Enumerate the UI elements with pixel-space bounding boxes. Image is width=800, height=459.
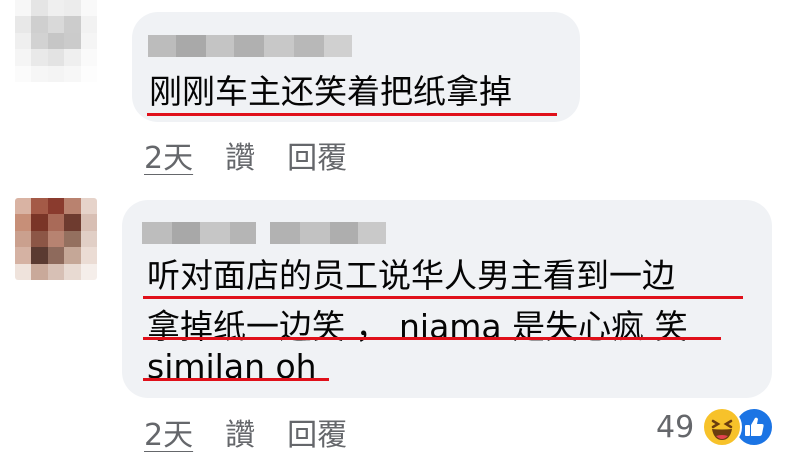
commenter-avatar-blurred[interactable]: [15, 0, 97, 82]
comment-timestamp[interactable]: 2天: [144, 410, 193, 454]
like-button[interactable]: 讚: [225, 133, 255, 177]
comment-text-line-2: 拿掉纸一边笑 ， niama 是失心疯 笑: [147, 307, 688, 346]
red-underline: [143, 378, 329, 381]
haha-icon: [702, 407, 743, 447]
comment-text-line-1: 听对面店的员工说华人男主看到一边: [147, 256, 675, 295]
reply-button[interactable]: 回覆: [287, 410, 347, 454]
like-button[interactable]: 讚: [225, 410, 255, 454]
commenter-avatar-blurred[interactable]: [15, 198, 97, 280]
red-underline: [147, 113, 557, 116]
reaction-count: 49: [656, 409, 695, 445]
commenter-name-blurred[interactable]: [142, 222, 386, 244]
comment-actions: 2天 讚 回覆: [144, 133, 379, 177]
comment-actions: 2天 讚 回覆: [144, 410, 379, 454]
red-underline: [143, 296, 743, 299]
comment-timestamp[interactable]: 2天: [144, 133, 193, 177]
red-underline: [143, 337, 721, 340]
comment-bubble: 刚刚车主还笑着把纸拿掉: [132, 12, 580, 122]
commenter-name-blurred[interactable]: [148, 35, 352, 57]
comment-bubble: 听对面店的员工说华人男主看到一边 拿掉纸一边笑 ， niama 是失心疯 笑 s…: [122, 200, 772, 398]
reply-button[interactable]: 回覆: [287, 133, 347, 177]
reaction-summary[interactable]: 49: [656, 407, 775, 447]
comment-text: 刚刚车主还笑着把纸拿掉: [149, 72, 512, 111]
